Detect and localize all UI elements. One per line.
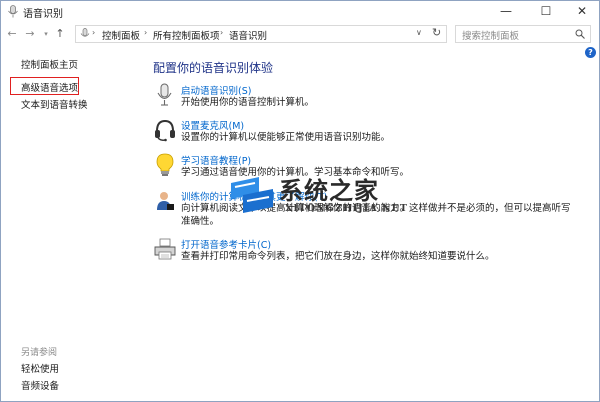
breadcrumb-item[interactable]: 控制面板 xyxy=(102,28,140,42)
speech-reference-card-link[interactable]: 打开语音参考卡片(C) xyxy=(181,237,271,251)
setup-microphone-link[interactable]: 设置麦克风(M) xyxy=(181,118,244,132)
control-panel-home-link[interactable]: 控制面板主页 xyxy=(21,57,78,71)
lightbulb-icon xyxy=(156,153,174,176)
chevron-right-icon[interactable]: › xyxy=(220,28,223,37)
microphone-icon xyxy=(8,5,18,18)
microphone-icon xyxy=(80,28,90,37)
maximize-button[interactable]: ☐ xyxy=(529,1,563,23)
start-speech-recognition-link[interactable]: 启动语音识别(S) xyxy=(181,83,251,97)
search-input[interactable]: 搜索控制面板 xyxy=(462,28,519,42)
ease-of-access-link[interactable]: 轻松使用 xyxy=(21,361,59,375)
title-bar: 语音识别 — ☐ ✕ xyxy=(1,1,599,23)
back-button[interactable]: ← xyxy=(5,26,19,42)
watermark-subtext: XITONGZHIJIA.NET xyxy=(285,203,408,214)
breadcrumb-item[interactable]: 所有控制面板项 xyxy=(153,28,220,42)
forward-button[interactable]: → xyxy=(23,26,37,42)
text-to-speech-link[interactable]: 文本到语音转换 xyxy=(21,97,88,111)
item-description: 设置你的计算机以便能够正常使用语音识别功能。 xyxy=(181,132,391,143)
chevron-down-icon[interactable]: ∨ xyxy=(416,28,422,37)
watermark: 系统之家 XITONGZHIJIA.NET xyxy=(229,171,429,231)
up-button[interactable]: ↑ xyxy=(53,26,67,42)
user-train-icon xyxy=(157,192,174,210)
close-button[interactable]: ✕ xyxy=(565,1,599,23)
advanced-speech-options-link[interactable]: 高级语音选项 xyxy=(21,80,78,94)
search-box[interactable]: 搜索控制面板 xyxy=(455,25,591,43)
recent-locations-button[interactable]: ▾ xyxy=(39,26,53,42)
navigation-bar: ← → ▾ ↑ › 控制面板 › 所有控制面板项 › 语音识别 ∨ ↻ 搜索控制… xyxy=(1,23,599,45)
microphone-icon xyxy=(157,83,172,106)
printer-icon xyxy=(154,238,176,260)
refresh-icon[interactable]: ↻ xyxy=(432,26,441,39)
watermark-logo-icon xyxy=(231,177,273,213)
chevron-right-icon[interactable]: › xyxy=(144,28,147,37)
window-title: 语音识别 xyxy=(23,9,63,20)
search-icon[interactable] xyxy=(575,29,585,39)
address-bar[interactable]: › 控制面板 › 所有控制面板项 › 语音识别 ∨ ↻ xyxy=(75,25,447,43)
speech-tutorial-link[interactable]: 学习语音教程(P) xyxy=(181,153,251,167)
page-title: 配置你的语音识别体验 xyxy=(153,61,274,75)
chevron-right-icon: › xyxy=(92,28,96,37)
see-also-header: 另请参阅 xyxy=(21,348,58,358)
headset-icon xyxy=(155,119,175,142)
minimize-button[interactable]: — xyxy=(489,1,523,23)
watermark-text: 系统之家 xyxy=(279,177,379,205)
item-description: 查看并打印常用命令列表，把它们放在身边，这样你就始终知道要说什么。 xyxy=(181,251,495,262)
help-icon[interactable]: ? xyxy=(585,47,596,58)
audio-devices-link[interactable]: 音频设备 xyxy=(21,378,59,392)
window: 语音识别 — ☐ ✕ ← → ▾ ↑ › 控制面板 › 所有控制面板项 › 语音… xyxy=(0,0,600,402)
item-description: 开始使用你的语音控制计算机。 xyxy=(181,97,315,108)
breadcrumb-item[interactable]: 语音识别 xyxy=(229,28,267,42)
